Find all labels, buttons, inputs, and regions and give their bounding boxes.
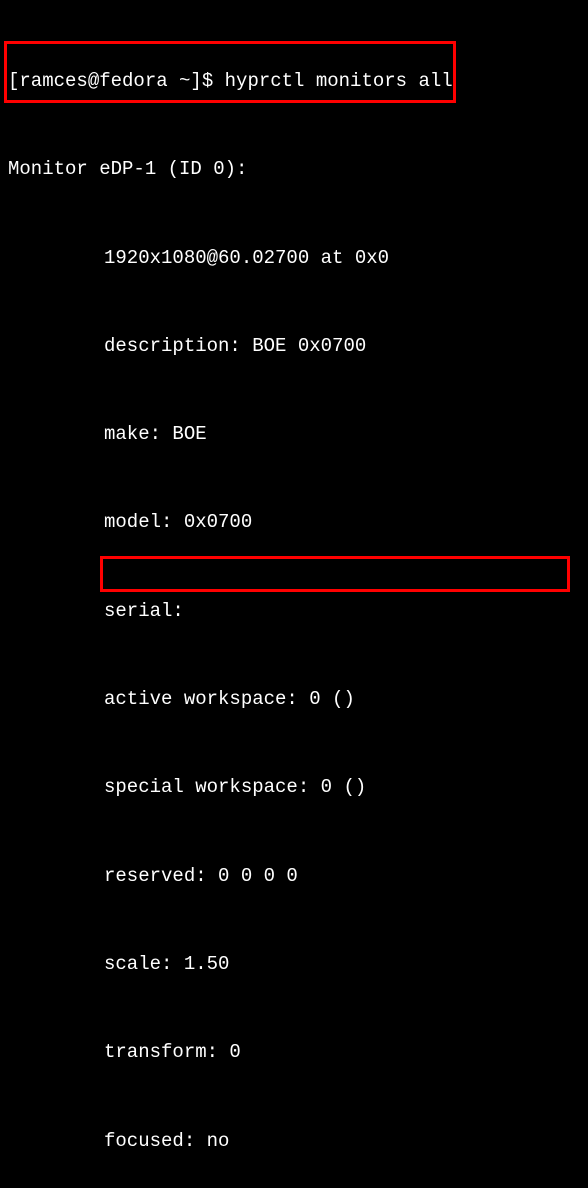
model-line: model: 0x0700 (4, 508, 584, 537)
description-line: description: BOE 0x0700 (4, 332, 584, 361)
special-workspace-line: special workspace: 0 () (4, 773, 584, 802)
scale-line: scale: 1.50 (4, 950, 584, 979)
monitor-header: Monitor eDP-1 (ID 0): (4, 155, 584, 184)
reserved-line: reserved: 0 0 0 0 (4, 862, 584, 891)
terminal-output: [ramces@fedora ~]$ hyprctl monitors all … (4, 8, 584, 1188)
prompt-prefix: [ramces@fedora ~]$ (8, 70, 225, 92)
transform-line: transform: 0 (4, 1038, 584, 1067)
serial-line: serial: (4, 597, 584, 626)
resolution-line: 1920x1080@60.02700 at 0x0 (4, 244, 584, 273)
active-workspace-line: active workspace: 0 () (4, 685, 584, 714)
focused-line: focused: no (4, 1127, 584, 1156)
make-line: make: BOE (4, 420, 584, 449)
command-text: hyprctl monitors all (225, 70, 453, 92)
highlight-available-modes (100, 556, 570, 592)
command-prompt-line: [ramces@fedora ~]$ hyprctl monitors all (4, 67, 584, 96)
